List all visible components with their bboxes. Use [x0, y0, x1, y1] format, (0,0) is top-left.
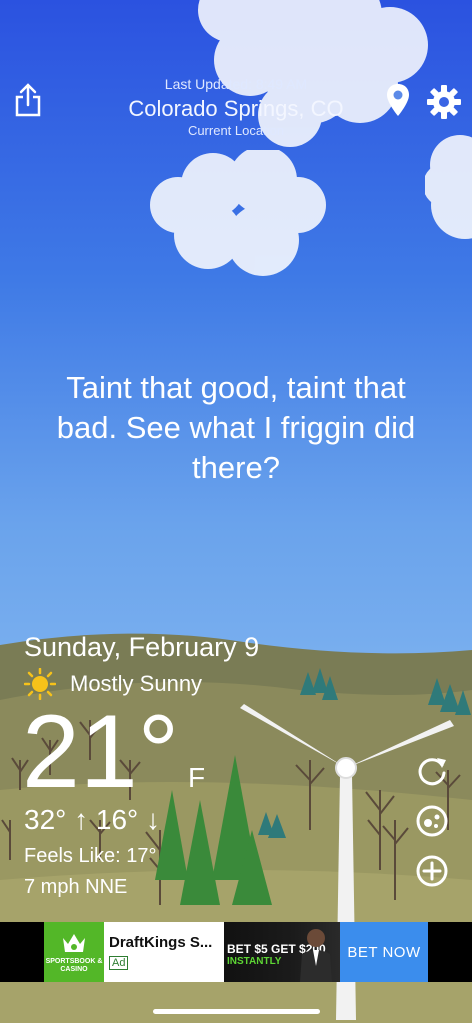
- refresh-icon: [418, 758, 446, 786]
- radar-icon: [416, 805, 448, 837]
- ad-badge: Ad: [109, 956, 129, 970]
- location-pin-icon: [387, 84, 409, 116]
- ad-banner[interactable]: SPORTSBOOK & CASINO DraftKings S... Ad B…: [0, 922, 472, 982]
- add-location-button[interactable]: [414, 853, 450, 889]
- feels-like: Feels Like: 17°: [24, 845, 157, 867]
- add-icon: [416, 855, 448, 887]
- draftkings-crown-icon: [63, 934, 85, 952]
- refresh-button[interactable]: [414, 753, 450, 789]
- temperature-unit[interactable]: F: [188, 762, 205, 794]
- high-low: 32° ↑ 16° ↓: [24, 804, 161, 835]
- wind-label: 7 mph NNE: [24, 876, 128, 898]
- location-label: Current Location: [187, 123, 285, 138]
- ad-text-panel: DraftKings S... Ad: [104, 922, 224, 982]
- ad-cta-button[interactable]: BET NOW: [340, 922, 428, 982]
- ad-logo-text: SPORTSBOOK & CASINO: [45, 958, 103, 973]
- weather-screen: Last Updated: 8:49 AM Colorado Springs, …: [0, 0, 472, 1023]
- ad-promo-sub: INSTANTLY: [227, 956, 282, 967]
- radar-button[interactable]: [414, 803, 450, 839]
- settings-button[interactable]: [424, 82, 464, 122]
- ad-image: BET $5 GET $200 INSTANTLY: [224, 922, 340, 982]
- location-button[interactable]: [384, 82, 412, 118]
- date-label: Sunday, February 9: [24, 632, 260, 662]
- weather-quote: Taint that good, taint that bad. See wha…: [56, 370, 416, 485]
- athlete-photo: [300, 929, 332, 982]
- gear-icon: [427, 85, 461, 119]
- temperature: 21°: [22, 694, 180, 810]
- ad-logo: SPORTSBOOK & CASINO: [44, 922, 104, 982]
- ad-title: DraftKings S...: [109, 934, 213, 951]
- home-indicator[interactable]: [153, 1009, 320, 1014]
